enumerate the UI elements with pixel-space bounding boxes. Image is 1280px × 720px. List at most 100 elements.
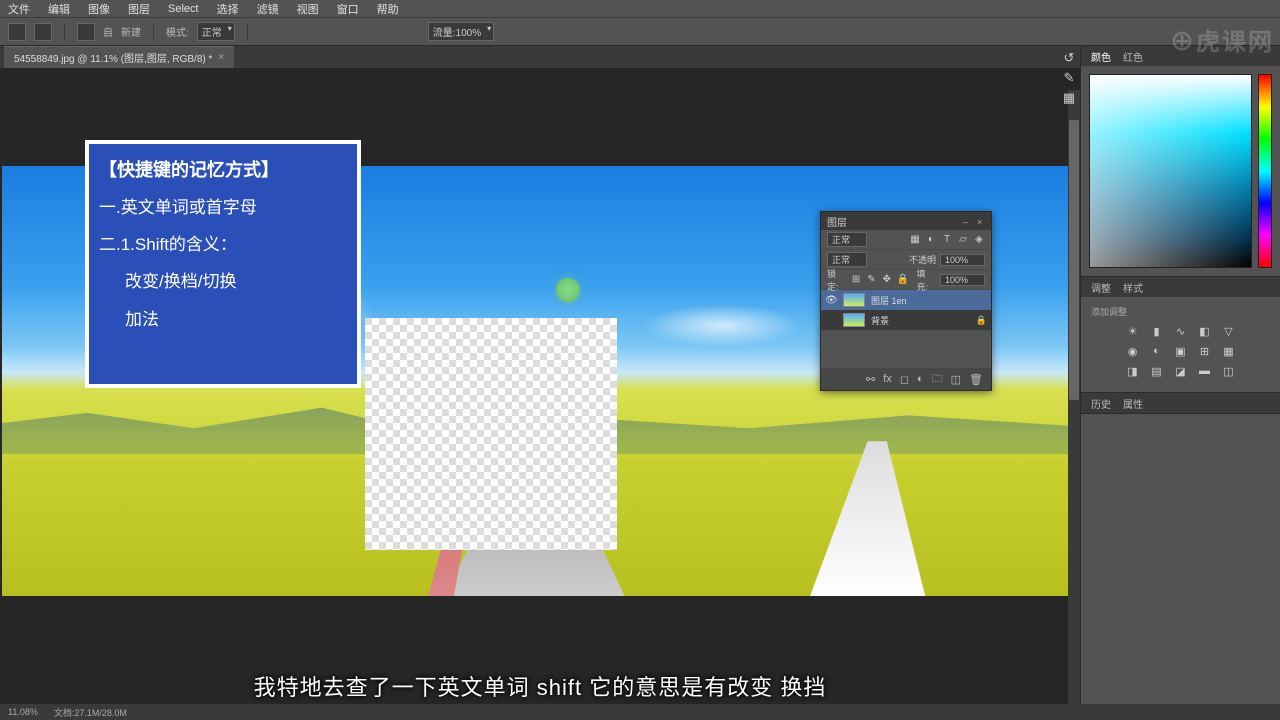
filter-text-icon[interactable]: T <box>941 234 953 246</box>
layers-lock-row: 锁定: ⊞ ✎ ✥ 🔒 填充: 100% <box>821 270 991 290</box>
blend-dropdown[interactable]: 正常 <box>827 252 867 267</box>
hue-slider[interactable] <box>1258 74 1272 268</box>
instruction-title: 【快捷键的记忆方式】 <box>99 156 347 182</box>
separator <box>64 23 65 41</box>
tab-adjustments[interactable]: 调整 <box>1091 280 1111 295</box>
cloud-graphic-2 <box>642 304 802 347</box>
lock-transparency-icon[interactable]: ⊞ <box>850 274 861 286</box>
filter-adjustment-icon[interactable]: ◐ <box>925 234 937 246</box>
layers-panel-title: 图层 <box>827 214 847 229</box>
tool-icon[interactable] <box>8 23 26 41</box>
posterize-icon[interactable]: ▤ <box>1149 364 1165 378</box>
color-field[interactable] <box>1089 74 1252 268</box>
menu-edit[interactable]: 编辑 <box>48 1 70 17</box>
delete-layer-icon[interactable]: 🗑 <box>969 373 983 386</box>
layer-fx-icon[interactable]: fx <box>883 373 892 385</box>
layer-group-icon[interactable]: 🗀 <box>932 370 943 389</box>
lock-all-icon[interactable]: 🔒 <box>897 274 909 286</box>
layer-mask-icon[interactable]: ◻ <box>900 373 909 386</box>
lock-brush-icon[interactable]: ✎ <box>866 274 877 286</box>
swatch-icon[interactable]: ▦ <box>1061 90 1077 106</box>
scrollbar-thumb[interactable] <box>1069 120 1079 400</box>
photo-filter-icon[interactable]: ▣ <box>1173 344 1189 358</box>
opt-icon-1[interactable] <box>77 23 95 41</box>
color-lookup-icon[interactable]: ▦ <box>1221 344 1237 358</box>
menu-filter[interactable]: 滤镜 <box>257 1 279 17</box>
layers-panel[interactable]: 图层 – × 正常 ▦ ◐ T ▱ ◈ 正常 <box>820 211 992 391</box>
layers-filter-row: 正常 ▦ ◐ T ▱ ◈ <box>821 230 991 250</box>
layers-blend-row: 正常 不透明 100% <box>821 250 991 270</box>
lock-label: 锁定: <box>827 267 846 293</box>
history-icon[interactable]: ↺ <box>1061 50 1077 66</box>
panel-minimize-icon[interactable]: – <box>963 217 971 225</box>
tab-styles[interactable]: 样式 <box>1123 280 1143 295</box>
filter-pixeltype-icon[interactable]: ▦ <box>909 234 921 246</box>
opacity-dropdown[interactable]: 流量:100% <box>428 22 494 41</box>
menu-select[interactable]: Select <box>168 3 199 15</box>
document-tab[interactable]: 54558849.jpg @ 11.1% (图层,图层, RGB/8) * × <box>4 46 234 68</box>
layer-filter-dropdown[interactable]: 正常 <box>827 232 867 247</box>
bw-icon[interactable]: ◐ <box>1149 344 1165 358</box>
doc-info: 文档:27.1M/28.0M <box>54 706 127 719</box>
options-bar: 自 新建 模式: 正常 流量:100% <box>0 18 1280 46</box>
zoom-level[interactable]: 11.08% <box>8 707 38 717</box>
layer-row[interactable]: 👁 图层 1en <box>821 290 991 310</box>
tab-title: 54558849.jpg @ 11.1% (图层,图层, RGB/8) * <box>14 50 212 65</box>
properties-body <box>1081 413 1280 414</box>
levels-icon[interactable]: ▮ <box>1149 324 1165 338</box>
menu-layer[interactable]: 图层 <box>128 1 150 17</box>
menu-select2[interactable]: 选择 <box>217 1 239 17</box>
layer-thumbnail[interactable] <box>843 313 865 327</box>
adjustment-layer-icon[interactable]: ◐ <box>917 373 924 385</box>
layer-thumbnail[interactable] <box>843 293 865 307</box>
watermark: ⊕虎课网 <box>1170 22 1274 57</box>
lock-move-icon[interactable]: ✥ <box>881 274 892 286</box>
visibility-eye-icon[interactable]: 👁 <box>825 295 837 306</box>
gradient-map-icon[interactable]: ▬ <box>1197 364 1213 378</box>
brightness-icon[interactable]: ☀ <box>1125 324 1141 338</box>
opt-label-2: 新建 <box>121 24 141 39</box>
menu-file[interactable]: 文件 <box>8 1 30 17</box>
layer-name[interactable]: 图层 1en <box>871 294 907 307</box>
lock-icon: 🔒 <box>976 315 987 326</box>
selective-color-icon[interactable]: ◫ <box>1221 364 1237 378</box>
tab-swatch[interactable]: 红色 <box>1123 49 1143 64</box>
brush-icon[interactable]: ✎ <box>1061 70 1077 86</box>
layer-row[interactable]: 背景 🔒 <box>821 310 991 330</box>
link-layers-icon[interactable]: ⚯ <box>866 373 875 386</box>
menu-window[interactable]: 窗口 <box>337 1 359 17</box>
blend-mode-dropdown[interactable]: 正常 <box>197 22 235 41</box>
right-panels: 颜色 红色 调整 样式 添加调整 ☀ ▮ ∿ ◧ ▽ <box>1080 46 1280 720</box>
vibrance-icon[interactable]: ▽ <box>1221 324 1237 338</box>
separator <box>153 23 154 41</box>
tab-color[interactable]: 颜色 <box>1091 49 1111 64</box>
curves-icon[interactable]: ∿ <box>1173 324 1189 338</box>
hue-icon[interactable]: ◉ <box>1125 344 1141 358</box>
filter-shape-icon[interactable]: ▱ <box>957 234 969 246</box>
tab-close-icon[interactable]: × <box>218 52 224 63</box>
new-layer-icon[interactable]: ◫ <box>951 373 961 386</box>
canvas[interactable]: 【快捷键的记忆方式】 一.英文单词或首字母 二.1.Shift的含义： 改变/换… <box>0 68 1080 720</box>
fill-input[interactable]: 100% <box>940 274 985 286</box>
threshold-icon[interactable]: ◪ <box>1173 364 1189 378</box>
vertical-scrollbar[interactable] <box>1068 90 1080 720</box>
tool-preset-icon[interactable] <box>34 23 52 41</box>
menu-view[interactable]: 视图 <box>297 1 319 17</box>
channel-mixer-icon[interactable]: ⊞ <box>1197 344 1213 358</box>
tab-history[interactable]: 历史 <box>1091 396 1111 411</box>
menu-image[interactable]: 图像 <box>88 1 110 17</box>
layer-name[interactable]: 背景 <box>871 314 889 327</box>
opacity-input[interactable]: 100% <box>940 254 985 266</box>
layers-panel-titlebar[interactable]: 图层 – × <box>821 212 991 230</box>
collapsed-tool-strip: ↺ ✎ ▦ <box>1058 46 1080 110</box>
transparent-region <box>365 318 617 550</box>
filter-smart-icon[interactable]: ◈ <box>973 234 985 246</box>
exposure-icon[interactable]: ◧ <box>1197 324 1213 338</box>
tab-properties[interactable]: 属性 <box>1123 396 1143 411</box>
color-picker-panel <box>1081 66 1280 276</box>
separator <box>247 23 248 41</box>
menu-help[interactable]: 帮助 <box>377 1 399 17</box>
adjustments-panel: 调整 样式 添加调整 ☀ ▮ ∿ ◧ ▽ ◉ ◐ ▣ ⊞ ▦ <box>1081 276 1280 392</box>
invert-icon[interactable]: ◨ <box>1125 364 1141 378</box>
panel-close-icon[interactable]: × <box>977 217 985 225</box>
